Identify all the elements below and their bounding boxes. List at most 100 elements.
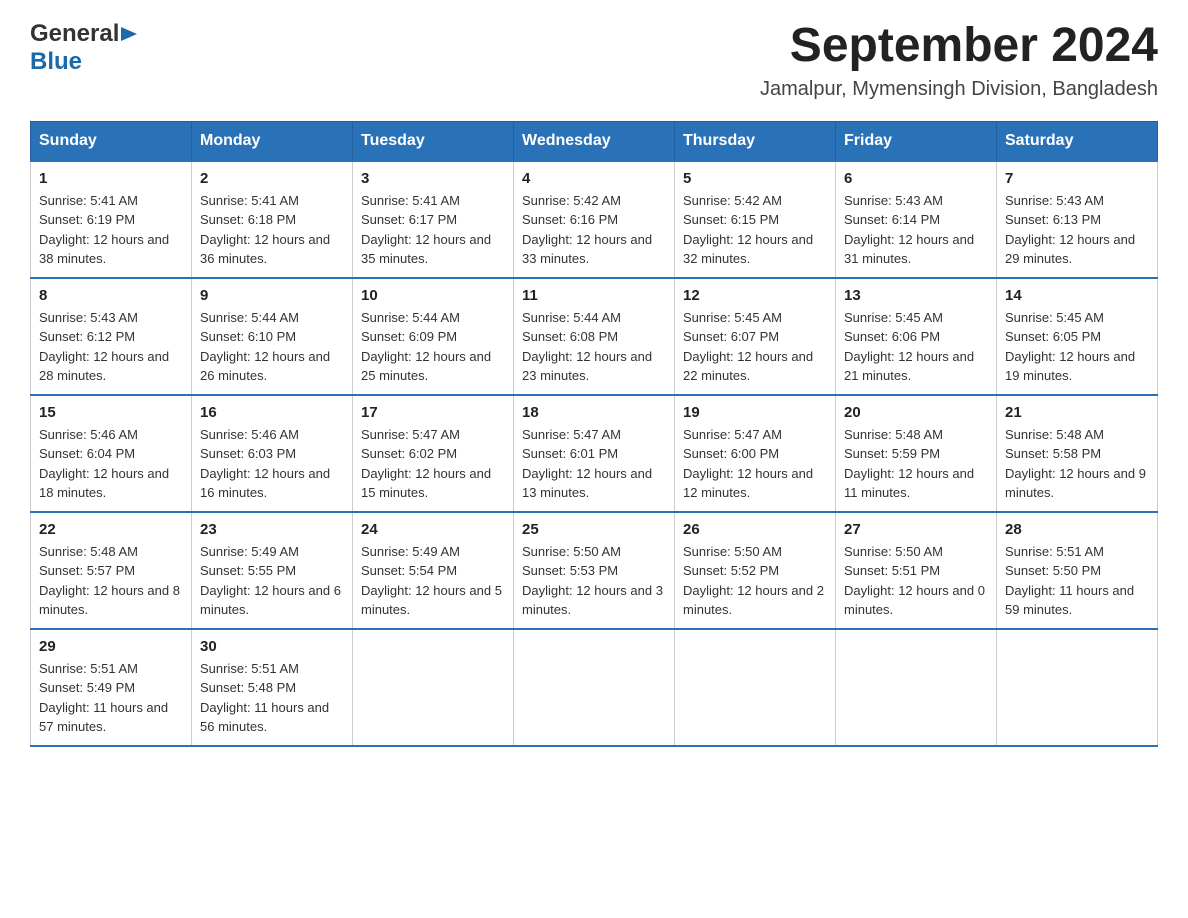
col-monday: Monday: [192, 121, 353, 161]
table-row: 29 Sunrise: 5:51 AM Sunset: 5:49 PM Dayl…: [31, 629, 192, 746]
day-info: Sunrise: 5:45 AM Sunset: 6:07 PM Dayligh…: [683, 308, 827, 386]
day-info: Sunrise: 5:42 AM Sunset: 6:16 PM Dayligh…: [522, 191, 666, 269]
calendar-week-1: 1 Sunrise: 5:41 AM Sunset: 6:19 PM Dayli…: [31, 161, 1158, 278]
page-header: General Blue September 2024 Jamalpur, My…: [30, 20, 1158, 101]
day-number: 5: [683, 170, 827, 187]
table-row: 10 Sunrise: 5:44 AM Sunset: 6:09 PM Dayl…: [353, 278, 514, 395]
day-info: Sunrise: 5:44 AM Sunset: 6:10 PM Dayligh…: [200, 308, 344, 386]
day-number: 14: [1005, 287, 1149, 304]
day-info: Sunrise: 5:48 AM Sunset: 5:57 PM Dayligh…: [39, 542, 183, 620]
day-number: 20: [844, 404, 988, 421]
table-row: 17 Sunrise: 5:47 AM Sunset: 6:02 PM Dayl…: [353, 395, 514, 512]
table-row: 19 Sunrise: 5:47 AM Sunset: 6:00 PM Dayl…: [675, 395, 836, 512]
col-thursday: Thursday: [675, 121, 836, 161]
col-saturday: Saturday: [997, 121, 1158, 161]
day-number: 22: [39, 521, 183, 538]
day-number: 27: [844, 521, 988, 538]
day-number: 15: [39, 404, 183, 421]
day-number: 17: [361, 404, 505, 421]
day-number: 13: [844, 287, 988, 304]
logo-arrow-icon: [121, 24, 137, 44]
table-row: 3 Sunrise: 5:41 AM Sunset: 6:17 PM Dayli…: [353, 161, 514, 278]
day-info: Sunrise: 5:50 AM Sunset: 5:51 PM Dayligh…: [844, 542, 988, 620]
day-info: Sunrise: 5:51 AM Sunset: 5:48 PM Dayligh…: [200, 659, 344, 737]
table-row: 20 Sunrise: 5:48 AM Sunset: 5:59 PM Dayl…: [836, 395, 997, 512]
table-row: 24 Sunrise: 5:49 AM Sunset: 5:54 PM Dayl…: [353, 512, 514, 629]
day-number: 29: [39, 638, 183, 655]
day-number: 11: [522, 287, 666, 304]
day-number: 23: [200, 521, 344, 538]
day-number: 18: [522, 404, 666, 421]
table-row: 16 Sunrise: 5:46 AM Sunset: 6:03 PM Dayl…: [192, 395, 353, 512]
day-info: Sunrise: 5:44 AM Sunset: 6:09 PM Dayligh…: [361, 308, 505, 386]
day-info: Sunrise: 5:43 AM Sunset: 6:12 PM Dayligh…: [39, 308, 183, 386]
table-row: 2 Sunrise: 5:41 AM Sunset: 6:18 PM Dayli…: [192, 161, 353, 278]
logo: General Blue: [30, 20, 139, 76]
day-info: Sunrise: 5:47 AM Sunset: 6:02 PM Dayligh…: [361, 425, 505, 503]
day-info: Sunrise: 5:43 AM Sunset: 6:14 PM Dayligh…: [844, 191, 988, 269]
logo-general-text: General: [30, 20, 119, 48]
day-number: 26: [683, 521, 827, 538]
day-info: Sunrise: 5:51 AM Sunset: 5:49 PM Dayligh…: [39, 659, 183, 737]
title-area: September 2024 Jamalpur, Mymensingh Divi…: [760, 20, 1158, 101]
calendar-week-3: 15 Sunrise: 5:46 AM Sunset: 6:04 PM Dayl…: [31, 395, 1158, 512]
table-row: 25 Sunrise: 5:50 AM Sunset: 5:53 PM Dayl…: [514, 512, 675, 629]
table-row: [514, 629, 675, 746]
logo-blue-text: Blue: [30, 48, 82, 76]
table-row: 6 Sunrise: 5:43 AM Sunset: 6:14 PM Dayli…: [836, 161, 997, 278]
day-info: Sunrise: 5:50 AM Sunset: 5:53 PM Dayligh…: [522, 542, 666, 620]
col-friday: Friday: [836, 121, 997, 161]
col-tuesday: Tuesday: [353, 121, 514, 161]
table-row: 14 Sunrise: 5:45 AM Sunset: 6:05 PM Dayl…: [997, 278, 1158, 395]
table-row: 21 Sunrise: 5:48 AM Sunset: 5:58 PM Dayl…: [997, 395, 1158, 512]
table-row: 8 Sunrise: 5:43 AM Sunset: 6:12 PM Dayli…: [31, 278, 192, 395]
day-number: 19: [683, 404, 827, 421]
day-info: Sunrise: 5:48 AM Sunset: 5:58 PM Dayligh…: [1005, 425, 1149, 503]
table-row: 15 Sunrise: 5:46 AM Sunset: 6:04 PM Dayl…: [31, 395, 192, 512]
calendar-week-4: 22 Sunrise: 5:48 AM Sunset: 5:57 PM Dayl…: [31, 512, 1158, 629]
table-row: 13 Sunrise: 5:45 AM Sunset: 6:06 PM Dayl…: [836, 278, 997, 395]
table-row: 5 Sunrise: 5:42 AM Sunset: 6:15 PM Dayli…: [675, 161, 836, 278]
day-info: Sunrise: 5:47 AM Sunset: 6:01 PM Dayligh…: [522, 425, 666, 503]
day-info: Sunrise: 5:45 AM Sunset: 6:05 PM Dayligh…: [1005, 308, 1149, 386]
day-number: 16: [200, 404, 344, 421]
table-row: 23 Sunrise: 5:49 AM Sunset: 5:55 PM Dayl…: [192, 512, 353, 629]
day-info: Sunrise: 5:43 AM Sunset: 6:13 PM Dayligh…: [1005, 191, 1149, 269]
day-number: 4: [522, 170, 666, 187]
calendar-table: Sunday Monday Tuesday Wednesday Thursday…: [30, 121, 1158, 747]
table-row: 26 Sunrise: 5:50 AM Sunset: 5:52 PM Dayl…: [675, 512, 836, 629]
table-row: 12 Sunrise: 5:45 AM Sunset: 6:07 PM Dayl…: [675, 278, 836, 395]
col-wednesday: Wednesday: [514, 121, 675, 161]
day-number: 9: [200, 287, 344, 304]
table-row: 18 Sunrise: 5:47 AM Sunset: 6:01 PM Dayl…: [514, 395, 675, 512]
table-row: [997, 629, 1158, 746]
day-number: 30: [200, 638, 344, 655]
table-row: 11 Sunrise: 5:44 AM Sunset: 6:08 PM Dayl…: [514, 278, 675, 395]
day-info: Sunrise: 5:47 AM Sunset: 6:00 PM Dayligh…: [683, 425, 827, 503]
day-number: 24: [361, 521, 505, 538]
day-number: 7: [1005, 170, 1149, 187]
table-row: 28 Sunrise: 5:51 AM Sunset: 5:50 PM Dayl…: [997, 512, 1158, 629]
day-info: Sunrise: 5:50 AM Sunset: 5:52 PM Dayligh…: [683, 542, 827, 620]
day-info: Sunrise: 5:48 AM Sunset: 5:59 PM Dayligh…: [844, 425, 988, 503]
day-number: 10: [361, 287, 505, 304]
day-number: 3: [361, 170, 505, 187]
day-number: 6: [844, 170, 988, 187]
table-row: [353, 629, 514, 746]
table-row: [836, 629, 997, 746]
table-row: 9 Sunrise: 5:44 AM Sunset: 6:10 PM Dayli…: [192, 278, 353, 395]
month-title: September 2024: [760, 20, 1158, 73]
day-number: 12: [683, 287, 827, 304]
calendar-week-2: 8 Sunrise: 5:43 AM Sunset: 6:12 PM Dayli…: [31, 278, 1158, 395]
day-info: Sunrise: 5:45 AM Sunset: 6:06 PM Dayligh…: [844, 308, 988, 386]
table-row: [675, 629, 836, 746]
day-number: 8: [39, 287, 183, 304]
day-info: Sunrise: 5:46 AM Sunset: 6:04 PM Dayligh…: [39, 425, 183, 503]
day-info: Sunrise: 5:41 AM Sunset: 6:17 PM Dayligh…: [361, 191, 505, 269]
day-number: 28: [1005, 521, 1149, 538]
table-row: 27 Sunrise: 5:50 AM Sunset: 5:51 PM Dayl…: [836, 512, 997, 629]
day-info: Sunrise: 5:49 AM Sunset: 5:54 PM Dayligh…: [361, 542, 505, 620]
col-sunday: Sunday: [31, 121, 192, 161]
calendar-header-row: Sunday Monday Tuesday Wednesday Thursday…: [31, 121, 1158, 161]
day-number: 25: [522, 521, 666, 538]
